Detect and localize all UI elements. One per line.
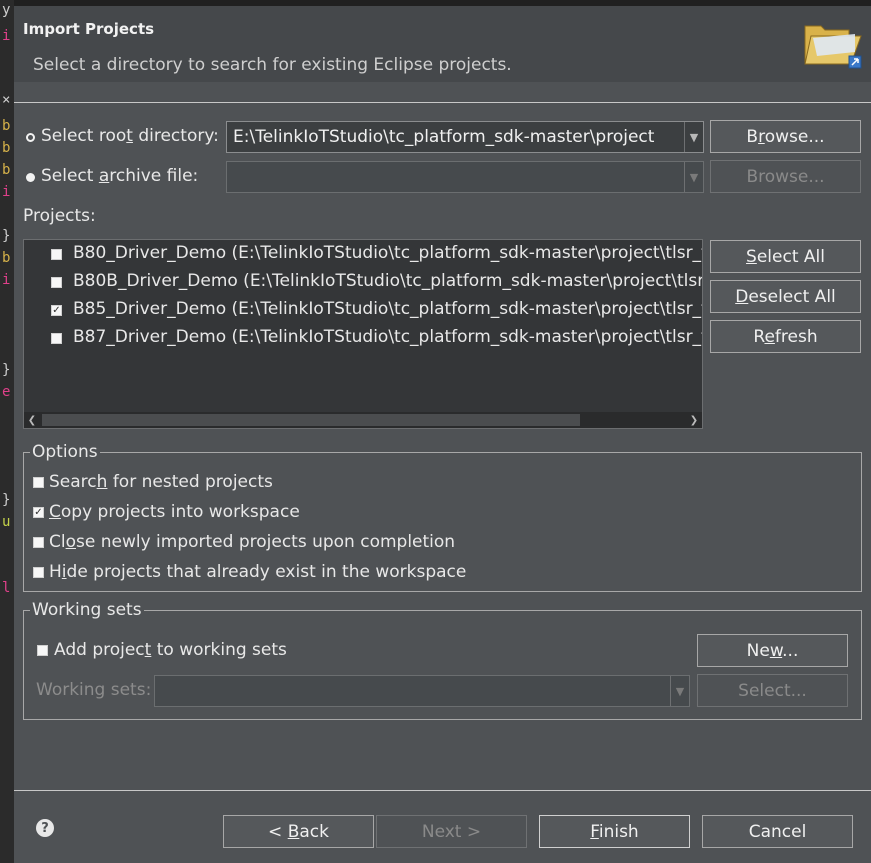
nested-projects-checkbox[interactable] bbox=[33, 477, 44, 488]
list-item[interactable]: B87_Driver_Demo (E:\TelinkIoTStudio\tc_p… bbox=[24, 324, 703, 352]
archive-file-combo[interactable]: ▼ bbox=[226, 161, 704, 193]
bg-code-fragment: × bbox=[2, 92, 11, 108]
bg-code-fragment: u bbox=[2, 514, 11, 530]
project-checkbox[interactable] bbox=[51, 249, 62, 260]
root-directory-label[interactable]: Select root directory: bbox=[41, 126, 219, 146]
root-directory-value: E:\TelinkIoTStudio\tc_platform_sdk-maste… bbox=[233, 127, 655, 147]
back-button[interactable]: < Back bbox=[223, 815, 374, 848]
project-label: B80B_Driver_Demo (E:\TelinkIoTStudio\tc_… bbox=[73, 271, 703, 291]
project-checkbox[interactable]: ✓ bbox=[51, 305, 62, 316]
background-editor-strip: y i × b b b i } b i } e } u l bbox=[0, 0, 14, 863]
hide-existing-label[interactable]: Hide projects that already exist in the … bbox=[49, 562, 466, 582]
select-working-set-button[interactable]: Select... bbox=[697, 674, 848, 707]
browse-archive-button[interactable]: Browse... bbox=[710, 160, 861, 193]
archive-file-radio[interactable] bbox=[26, 173, 35, 182]
project-checkbox[interactable] bbox=[51, 333, 62, 344]
list-item[interactable]: B80_Driver_Demo (E:\TelinkIoTStudio\tc_p… bbox=[24, 240, 703, 268]
bg-code-fragment: } bbox=[2, 362, 11, 378]
close-imported-checkbox[interactable] bbox=[33, 537, 44, 548]
folder-import-icon bbox=[803, 12, 863, 72]
hide-existing-checkbox[interactable] bbox=[33, 567, 44, 578]
projects-label: Projects: bbox=[23, 206, 96, 226]
bg-code-fragment: b bbox=[2, 162, 11, 178]
horizontal-scrollbar[interactable]: ❮ ❯ bbox=[24, 412, 702, 428]
working-sets-label: Working sets: bbox=[36, 680, 152, 700]
chevron-down-icon[interactable]: ▼ bbox=[684, 122, 703, 152]
next-button[interactable]: Next > bbox=[376, 815, 527, 848]
bg-code-fragment: i bbox=[2, 28, 11, 44]
deselect-all-button[interactable]: Deselect All bbox=[710, 280, 861, 313]
bg-code-fragment: } bbox=[2, 228, 11, 244]
copy-into-workspace-label[interactable]: Copy projects into workspace bbox=[49, 502, 300, 522]
cancel-button[interactable]: Cancel bbox=[702, 815, 853, 848]
help-icon[interactable]: ? bbox=[36, 819, 54, 837]
bg-code-fragment: l bbox=[2, 580, 11, 596]
bg-code-fragment: y bbox=[2, 2, 11, 18]
refresh-button[interactable]: Refresh bbox=[710, 320, 861, 353]
bg-code-fragment: e bbox=[2, 384, 11, 400]
project-checkbox[interactable] bbox=[51, 277, 62, 288]
footer-separator bbox=[14, 790, 871, 791]
dialog-banner: Import Projects Select a directory to se… bbox=[14, 6, 871, 82]
finish-button[interactable]: Finish bbox=[539, 815, 690, 848]
bg-code-fragment: b bbox=[2, 118, 11, 134]
scroll-left-icon[interactable]: ❮ bbox=[24, 412, 40, 428]
new-working-set-button[interactable]: New... bbox=[697, 634, 848, 667]
project-label: B80_Driver_Demo (E:\TelinkIoTStudio\tc_p… bbox=[73, 243, 703, 263]
add-to-working-sets-checkbox[interactable] bbox=[37, 645, 48, 656]
options-title: Options bbox=[30, 442, 100, 462]
bg-code-fragment: b bbox=[2, 250, 11, 266]
scrollbar-thumb[interactable] bbox=[42, 414, 580, 426]
add-to-working-sets-label[interactable]: Add project to working sets bbox=[54, 640, 287, 660]
copy-into-workspace-checkbox[interactable]: ✓ bbox=[33, 507, 44, 518]
chevron-down-icon[interactable]: ▼ bbox=[684, 162, 703, 192]
bg-code-fragment: i bbox=[2, 184, 11, 200]
list-item[interactable]: B80B_Driver_Demo (E:\TelinkIoTStudio\tc_… bbox=[24, 268, 703, 296]
bg-code-fragment: i bbox=[2, 272, 11, 288]
banner-separator bbox=[14, 102, 871, 103]
scroll-right-icon[interactable]: ❯ bbox=[686, 412, 702, 428]
nested-projects-label[interactable]: Search for nested projects bbox=[49, 472, 273, 492]
projects-list[interactable]: B80_Driver_Demo (E:\TelinkIoTStudio\tc_p… bbox=[23, 239, 703, 429]
select-all-button[interactable]: Select All bbox=[710, 240, 861, 273]
working-sets-combo[interactable]: ▼ bbox=[154, 675, 690, 707]
dialog-subtitle: Select a directory to search for existin… bbox=[33, 55, 512, 75]
chevron-down-icon[interactable]: ▼ bbox=[670, 676, 689, 706]
project-label: B87_Driver_Demo (E:\TelinkIoTStudio\tc_p… bbox=[73, 327, 703, 347]
list-item[interactable]: ✓ B85_Driver_Demo (E:\TelinkIoTStudio\tc… bbox=[24, 296, 703, 324]
bg-code-fragment: } bbox=[2, 492, 11, 508]
working-sets-title: Working sets bbox=[30, 600, 144, 620]
root-directory-combo[interactable]: E:\TelinkIoTStudio\tc_platform_sdk-maste… bbox=[226, 121, 704, 153]
dialog-title: Import Projects bbox=[23, 20, 155, 38]
browse-button[interactable]: Browse... bbox=[710, 120, 861, 153]
archive-file-label[interactable]: Select archive file: bbox=[41, 166, 198, 186]
close-imported-label[interactable]: Close newly imported projects upon compl… bbox=[49, 532, 455, 552]
import-projects-dialog: Import Projects Select a directory to se… bbox=[14, 6, 871, 863]
project-label: B85_Driver_Demo (E:\TelinkIoTStudio\tc_p… bbox=[73, 299, 703, 319]
root-directory-radio[interactable] bbox=[26, 133, 35, 142]
bg-code-fragment: b bbox=[2, 140, 11, 156]
